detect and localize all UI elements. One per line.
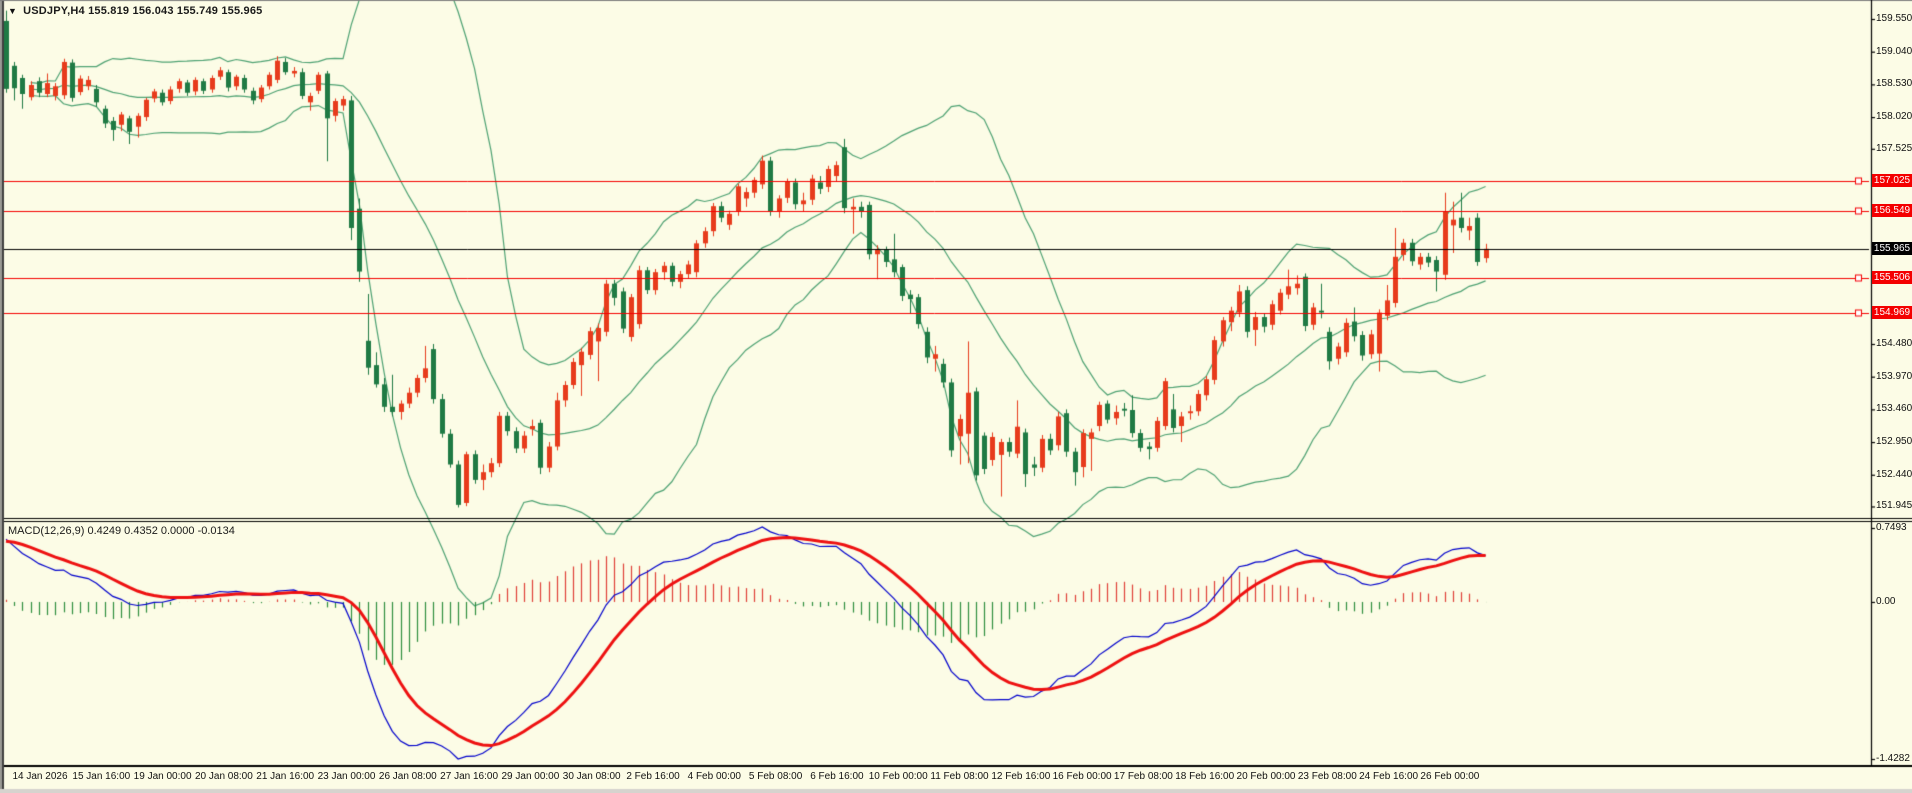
- trading-terminal-chart-window: ▼ USDJPY,H4 155.819 156.043 155.749 155.…: [0, 0, 1912, 793]
- price-chart-canvas[interactable]: [0, 0, 1912, 793]
